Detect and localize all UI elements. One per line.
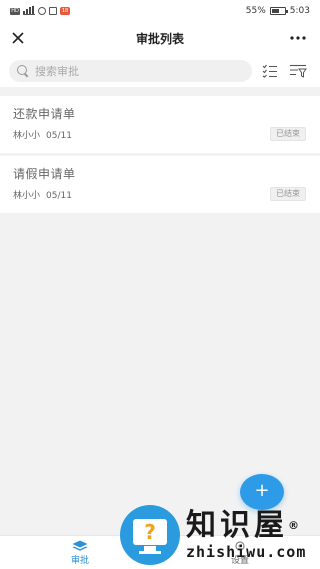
checklist-icon[interactable] xyxy=(262,64,278,78)
search-icon xyxy=(17,65,29,77)
watermark: ? 知识屋® zhishiwu.com xyxy=(120,500,320,569)
card-title: 请假申请单 xyxy=(13,167,76,181)
alarm-icon xyxy=(38,7,46,15)
watermark-brand: 知识屋 xyxy=(186,507,288,543)
signal-icon xyxy=(23,6,35,15)
approval-list: 还款申请单 林小小 05/11 已结束 请假申请单 林小小 05/11 已结束 xyxy=(0,96,320,216)
status-icons: HD 18 xyxy=(10,6,70,15)
card-title: 还款申请单 xyxy=(13,107,76,121)
registered-mark: ® xyxy=(288,518,303,532)
card-meta: 林小小 05/11 xyxy=(13,188,307,201)
tab-approval-label: 审批 xyxy=(70,555,89,566)
status-bar: HD 18 55% 5:03 xyxy=(0,0,320,22)
layers-icon xyxy=(72,540,88,551)
battery-icon xyxy=(269,7,288,15)
card-date: 05/11 xyxy=(46,131,72,141)
vibrate-icon xyxy=(49,7,57,15)
search-row xyxy=(0,55,320,87)
battery-percent: 55% xyxy=(245,6,266,16)
approval-card[interactable]: 请假申请单 林小小 05/11 已结束 xyxy=(0,156,320,213)
status-badge: 已结束 xyxy=(270,127,306,141)
more-button[interactable] xyxy=(286,28,310,48)
notification-badge: 18 xyxy=(60,7,70,15)
card-meta: 林小小 05/11 xyxy=(13,128,307,141)
question-icon: ? xyxy=(133,518,167,545)
card-date: 05/11 xyxy=(46,191,72,201)
status-badge: 已结束 xyxy=(270,187,306,201)
close-icon xyxy=(12,32,24,44)
search-box[interactable] xyxy=(9,60,252,82)
watermark-logo: ? xyxy=(120,504,180,565)
plus-icon: + xyxy=(254,480,270,501)
watermark-domain: zhishiwu.com xyxy=(186,542,307,561)
card-applicant: 林小小 xyxy=(13,191,41,201)
card-applicant: 林小小 xyxy=(13,131,41,141)
clock: 5:03 xyxy=(289,6,310,16)
title-bar: 审批列表 xyxy=(0,22,320,55)
close-button[interactable] xyxy=(8,28,28,48)
filter-icon[interactable] xyxy=(289,64,307,78)
page-title: 审批列表 xyxy=(135,32,184,46)
hd-icon: HD xyxy=(10,7,20,15)
watermark-text: 知识屋® zhishiwu.com xyxy=(186,507,307,561)
search-input[interactable] xyxy=(35,64,235,78)
more-icon xyxy=(290,36,306,40)
approval-card[interactable]: 还款申请单 林小小 05/11 已结束 xyxy=(0,96,320,153)
